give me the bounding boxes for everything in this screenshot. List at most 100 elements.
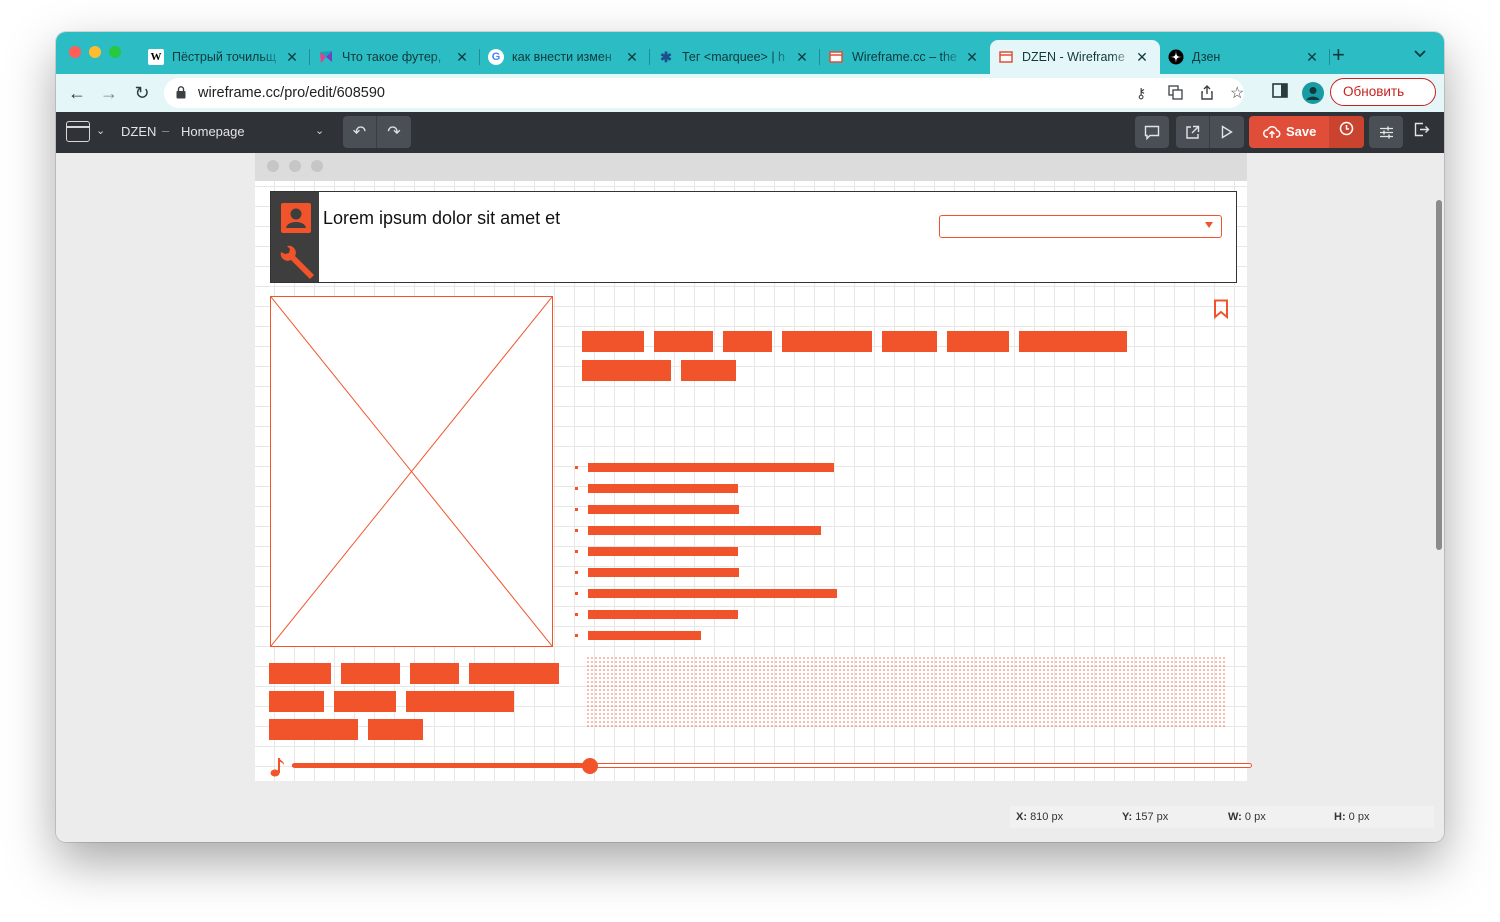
zoom-window-button[interactable]: [109, 46, 121, 58]
text-placeholder-word: [654, 331, 713, 352]
user-profile-icon[interactable]: [281, 203, 311, 233]
bullet-dot: [575, 571, 578, 574]
exit-editor-icon[interactable]: [1414, 122, 1430, 142]
close-tab-icon[interactable]: ✕: [794, 49, 810, 66]
tab-search-chevron-icon[interactable]: [1414, 46, 1426, 61]
history-clock-icon[interactable]: [1329, 116, 1364, 148]
key-icon[interactable]: ⚷: [1136, 85, 1146, 102]
list-item-text-placeholder: [588, 505, 739, 514]
tab-marquee[interactable]: ✱ Тег <marquee> | h ✕: [650, 40, 820, 74]
tab-title: DZEN - Wireframe: [1022, 50, 1125, 64]
text-placeholder-word: [269, 719, 358, 740]
audio-progress-handle[interactable]: [581, 758, 598, 774]
update-label: Обновить: [1343, 84, 1405, 99]
new-tab-plus-icon[interactable]: +: [1332, 44, 1345, 66]
colorful-logo-icon: [318, 49, 334, 65]
text-placeholder-word: [341, 663, 400, 684]
wrench-icon[interactable]: [278, 245, 316, 281]
minimize-window-button[interactable]: [89, 46, 101, 58]
cloud-upload-icon: [1263, 126, 1281, 138]
x-coordinate-readout: X: 810 px: [1016, 811, 1064, 823]
tab-title: как внести измен: [512, 50, 612, 64]
titlebar-dot: [311, 160, 323, 172]
side-panel-icon[interactable]: [1272, 83, 1288, 102]
text-placeholder-word: [582, 360, 671, 381]
breadcrumb-separator: –: [162, 123, 170, 138]
text-placeholder-word: [334, 691, 396, 712]
project-name[interactable]: DZEN: [121, 124, 156, 139]
text-placeholder-word: [947, 331, 1009, 352]
dropdown-arrow-icon: [1205, 222, 1213, 228]
dotted-text-area[interactable]: [586, 656, 1227, 728]
tab-wireframe-home[interactable]: Wireframe.cc – the ✕: [820, 40, 990, 74]
save-button-group: Save: [1249, 116, 1364, 148]
settings-button[interactable]: [1369, 116, 1403, 148]
tab-wikipedia[interactable]: W Пёстрый точильщ ✕: [140, 40, 310, 74]
address-bar[interactable]: wireframe.cc/pro/edit/608590 ⚷ ☆: [164, 78, 1244, 108]
bullet-dot: [575, 487, 578, 490]
wireframe-icon: [998, 49, 1014, 65]
page-name[interactable]: Homepage: [181, 124, 245, 139]
undo-icon[interactable]: ↶: [343, 116, 377, 148]
text-placeholder-word: [1019, 331, 1127, 352]
redo-icon[interactable]: ↷: [377, 116, 411, 148]
image-placeholder-cross: [270, 296, 553, 647]
header-dropdown[interactable]: [939, 215, 1222, 238]
chevron-down-icon[interactable]: ⌄: [96, 124, 105, 137]
spider-icon: ✱: [660, 48, 672, 65]
share-link-icon[interactable]: [1176, 116, 1210, 148]
text-placeholder-word: [269, 691, 324, 712]
wikipedia-icon: W: [148, 49, 164, 65]
close-tab-icon[interactable]: ✕: [624, 49, 640, 66]
music-note-icon: [270, 758, 284, 777]
canvas-scrollbar[interactable]: [1436, 200, 1442, 550]
translate-icon[interactable]: [1168, 85, 1183, 103]
list-item-text-placeholder: [588, 547, 738, 556]
tab-dzen-wireframe[interactable]: DZEN - Wireframe ✕: [990, 40, 1160, 74]
bullet-dot: [575, 466, 578, 469]
save-label: Save: [1286, 124, 1317, 139]
share-icon[interactable]: [1200, 85, 1214, 103]
close-tab-icon[interactable]: ✕: [284, 49, 300, 66]
comment-icon: [1135, 116, 1169, 148]
width-readout: W: 0 px: [1228, 811, 1266, 823]
page-window-icon[interactable]: [66, 121, 90, 142]
image-placeholder[interactable]: [270, 296, 553, 647]
tab-title: Что такое футер,: [342, 50, 442, 64]
close-tab-icon[interactable]: ✕: [1134, 49, 1150, 66]
tab-title: Дзен: [1192, 50, 1221, 64]
dzen-icon: [1168, 49, 1184, 65]
tab-dzen[interactable]: Дзен ✕: [1160, 40, 1330, 74]
canvas-area[interactable]: Lorem ipsum dolor sit amet et X: 810 px …: [56, 153, 1444, 842]
tab-title: Wireframe.cc – the: [852, 50, 957, 64]
tab-strip: W Пёстрый точильщ ✕ Что такое футер, ✕ G…: [56, 32, 1444, 74]
back-arrow-icon[interactable]: ←: [66, 82, 88, 104]
status-bar: X: 810 px Y: 157 px W: 0 px H: 0 px: [1010, 806, 1434, 828]
tab-title: Тег <marquee> | h: [682, 50, 785, 64]
close-tab-icon[interactable]: ✕: [454, 49, 470, 66]
sliders-icon: [1369, 116, 1403, 148]
update-browser-button[interactable]: Обновить ⋮: [1330, 78, 1436, 106]
bullet-dot: [575, 550, 578, 553]
wireframe-icon: [828, 49, 844, 65]
reload-icon[interactable]: ↻: [131, 82, 153, 104]
page-select-chevron-icon[interactable]: ⌄: [315, 124, 324, 137]
wireframe-header[interactable]: Lorem ipsum dolor sit amet et: [270, 191, 1237, 283]
tab-footer-article[interactable]: Что такое футер, ✕: [310, 40, 480, 74]
comments-button[interactable]: [1135, 116, 1169, 148]
play-preview-icon[interactable]: [1210, 116, 1244, 148]
text-placeholder-word: [410, 663, 459, 684]
save-button[interactable]: Save: [1249, 116, 1329, 148]
close-window-button[interactable]: [69, 46, 81, 58]
close-tab-icon[interactable]: ✕: [1304, 49, 1320, 66]
forward-arrow-icon[interactable]: →: [98, 82, 120, 104]
close-tab-icon[interactable]: ✕: [964, 49, 980, 66]
tab-google-search[interactable]: G как внести измен ✕: [480, 40, 650, 74]
profile-avatar-icon[interactable]: [1302, 82, 1324, 104]
bookmark-star-icon[interactable]: ☆: [1230, 83, 1244, 103]
list-item-text-placeholder: [588, 631, 701, 640]
browser-window: W Пёстрый точильщ ✕ Что такое футер, ✕ G…: [56, 32, 1444, 842]
wireframe-artboard[interactable]: Lorem ipsum dolor sit amet et: [255, 153, 1252, 781]
titlebar-dot: [289, 160, 301, 172]
bookmark-icon[interactable]: [1213, 299, 1229, 319]
